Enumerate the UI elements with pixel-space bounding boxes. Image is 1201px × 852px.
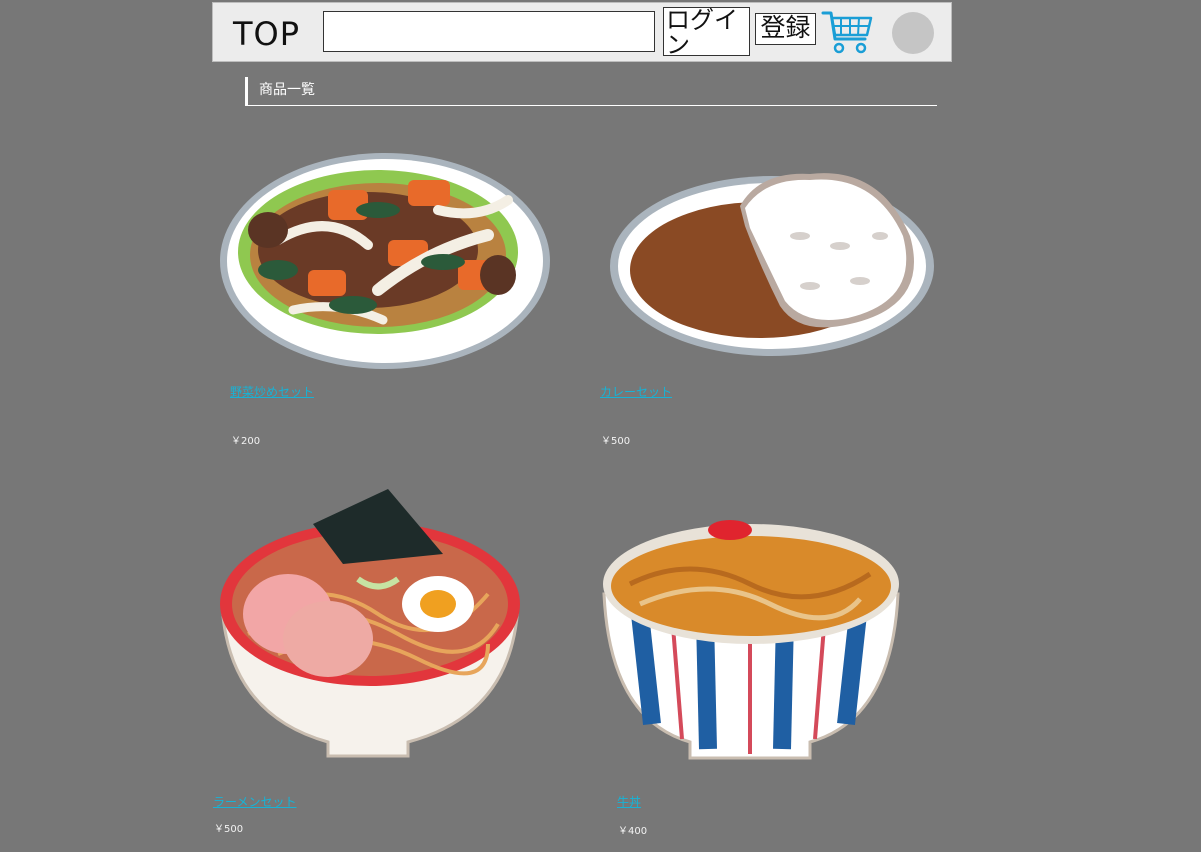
register-button[interactable]: 登録 [755, 13, 816, 45]
top-link[interactable]: TOP [233, 15, 300, 53]
login-button[interactable]: ログイン [663, 7, 750, 56]
search-input[interactable] [323, 11, 655, 52]
product-name-link[interactable]: カレーセット [600, 383, 672, 400]
beef-bowl-image[interactable] [600, 514, 902, 768]
product-price: ￥500 [601, 436, 631, 447]
section-header: 商品一覧 [245, 77, 937, 106]
product-price: ￥400 [618, 826, 648, 837]
curry-rice-plate-image[interactable] [610, 166, 936, 358]
product-name-link[interactable]: 野菜炒めセット [230, 383, 314, 400]
product-price: ￥200 [231, 436, 261, 447]
product-name-link[interactable]: ラーメンセット [213, 793, 297, 810]
top-header: TOP ログイン 登録 [212, 2, 952, 62]
product-price: ￥500 [214, 824, 244, 835]
section-title: 商品一覧 [259, 82, 315, 98]
stir-fry-vegetables-plate-image[interactable] [218, 150, 552, 372]
cart-icon[interactable] [821, 9, 875, 57]
avatar[interactable] [892, 12, 934, 54]
product-name-link[interactable]: 牛丼 [617, 793, 641, 810]
ramen-bowl-image[interactable] [218, 484, 522, 766]
